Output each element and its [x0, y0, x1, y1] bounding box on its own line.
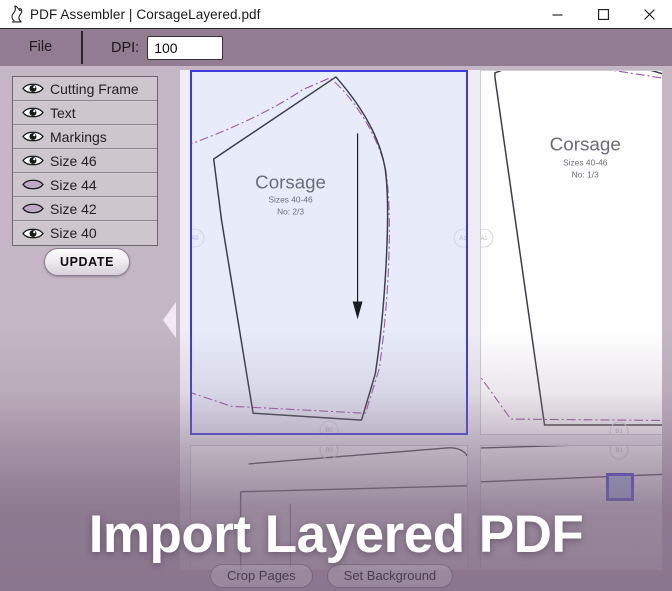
layer-row[interactable]: Text — [13, 101, 157, 125]
layer-label: Markings — [50, 128, 107, 145]
window-title: PDF Assembler | CorsageLayered.pdf — [30, 6, 261, 22]
menu-file[interactable]: File — [0, 29, 81, 66]
pdf-preview-canvas[interactable]: Corsage Sizes 40-46 No: 2/3 A0 A1 B0 Cor… — [180, 70, 662, 570]
svg-text:A1: A1 — [459, 236, 466, 242]
app-window: PDF Assembler | CorsageLayered.pdf File … — [0, 0, 672, 591]
eye-open-icon[interactable] — [18, 151, 48, 171]
pattern-number: No: 2/3 — [277, 206, 304, 216]
layer-row[interactable]: Cutting Frame — [13, 77, 157, 101]
layer-label: Size 44 — [50, 176, 97, 193]
resize-handle[interactable] — [606, 473, 634, 501]
pdf-page-b1[interactable]: B1 — [480, 445, 662, 570]
dpi-label: DPI: — [111, 39, 140, 56]
pdf-page-b0[interactable]: B0 — [190, 445, 468, 570]
svg-text:A1: A1 — [481, 236, 488, 242]
layer-label: Text — [50, 104, 76, 121]
layer-row[interactable]: Size 42 — [13, 197, 157, 221]
toolbar-divider — [81, 31, 83, 64]
toolbar: File DPI: — [0, 29, 672, 66]
collapse-left-icon[interactable] — [160, 295, 178, 345]
layer-label: Size 42 — [50, 200, 97, 217]
pattern-sizes: Sizes 40-46 — [563, 157, 608, 167]
layer-row[interactable]: Size 40 — [13, 221, 157, 245]
svg-text:B0: B0 — [325, 448, 333, 454]
svg-text:B0: B0 — [325, 428, 333, 433]
close-button[interactable] — [626, 0, 672, 29]
title-bar: PDF Assembler | CorsageLayered.pdf — [0, 0, 672, 29]
maximize-button[interactable] — [580, 0, 626, 29]
dpi-input[interactable] — [147, 35, 224, 60]
eye-open-icon[interactable] — [18, 103, 48, 123]
window-controls — [534, 0, 672, 29]
svg-text:A0: A0 — [192, 236, 199, 242]
pattern-sizes: Sizes 40-46 — [268, 195, 312, 205]
layer-row[interactable]: Size 46 — [13, 149, 157, 173]
layer-label: Cutting Frame — [50, 80, 139, 97]
svg-text:B1: B1 — [615, 429, 623, 434]
svg-text:B1: B1 — [615, 448, 623, 454]
layers-sidebar: Cutting Frame Text Markings Size 46 Size… — [0, 66, 160, 591]
minimize-button[interactable] — [534, 0, 580, 29]
pdf-page-a1[interactable]: Corsage Sizes 40-46 No: 1/3 A1 B1 — [480, 70, 662, 435]
eye-open-icon[interactable] — [18, 79, 48, 99]
eye-closed-icon[interactable] — [18, 175, 48, 195]
eye-closed-icon[interactable] — [18, 199, 48, 219]
layer-row[interactable]: Size 44 — [13, 173, 157, 197]
layer-row[interactable]: Markings — [13, 125, 157, 149]
pdf-page-a0[interactable]: Corsage Sizes 40-46 No: 2/3 A0 A1 B0 — [190, 70, 468, 435]
layer-list: Cutting Frame Text Markings Size 46 Size… — [12, 76, 158, 246]
pattern-title: Corsage — [550, 134, 621, 155]
crop-pages-button[interactable]: Crop Pages — [210, 563, 313, 588]
update-button[interactable]: UPDATE — [44, 248, 130, 276]
rabbit-icon — [0, 0, 26, 29]
layer-label: Size 40 — [50, 225, 97, 241]
eye-open-icon[interactable] — [18, 127, 48, 147]
eye-open-icon[interactable] — [18, 223, 48, 243]
pattern-number: No: 1/3 — [572, 169, 599, 179]
layer-label: Size 46 — [50, 152, 97, 169]
pattern-title: Corsage — [255, 172, 326, 193]
bottom-action-bar: Crop Pages Set Background — [180, 560, 662, 591]
set-background-button[interactable]: Set Background — [326, 563, 454, 588]
